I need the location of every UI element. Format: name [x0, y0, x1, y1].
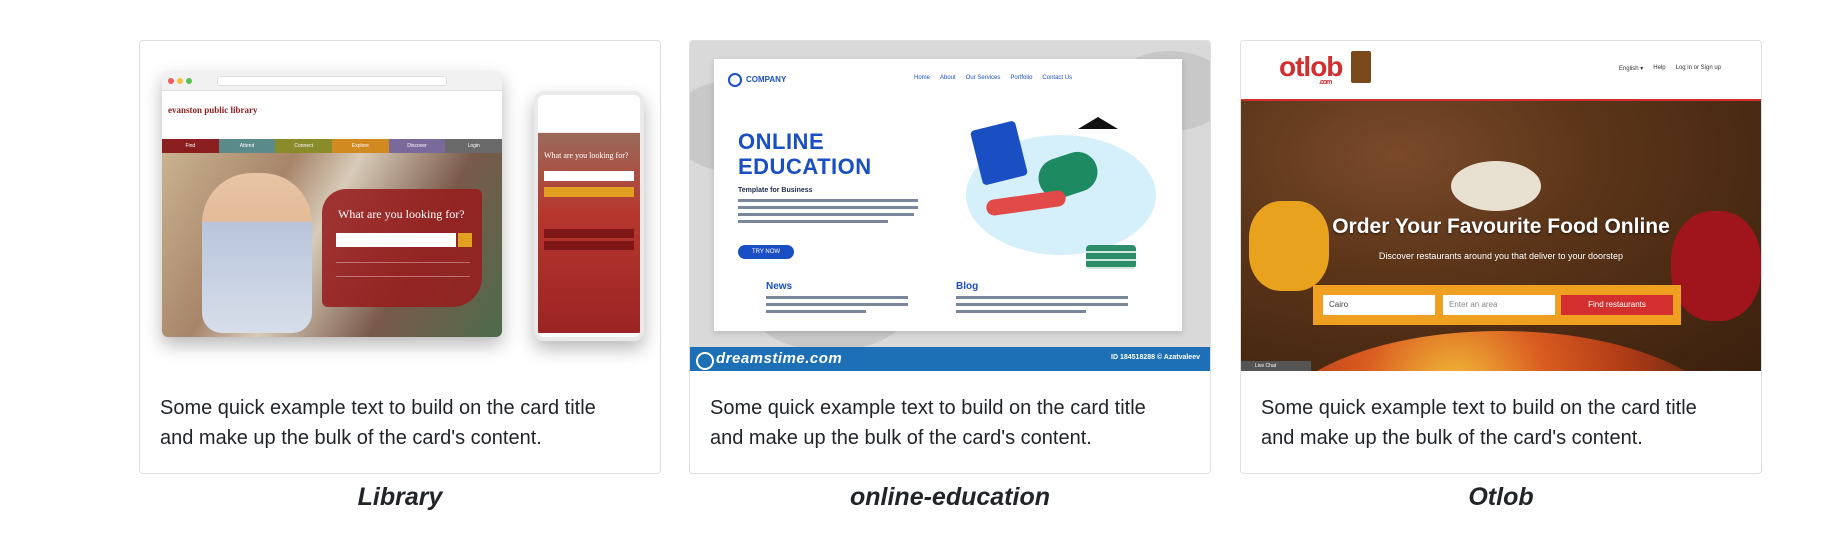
library-logo: evanston public library: [168, 105, 258, 115]
education-subtitle: Template for Business: [738, 187, 813, 194]
menu-item: About: [940, 75, 956, 81]
phone-search-icon: [544, 187, 634, 197]
live-chat-tab: Live Chat: [1241, 361, 1311, 371]
card-text: Some quick example text to build on the …: [160, 397, 596, 449]
address-bar: [217, 76, 447, 86]
card-caption-otlob: Otlob: [1468, 483, 1534, 511]
education-illustration: [946, 95, 1166, 275]
browser-chrome: [162, 71, 502, 91]
try-now-button-mock: TRY NOW: [738, 245, 794, 259]
otlob-menu: English ▾ Help Log in or Sign up: [1619, 65, 1721, 72]
text-line: [738, 220, 888, 223]
nav-item-login: Login: [445, 139, 502, 153]
title-line-2: EDUCATION: [738, 154, 872, 179]
card-text: Some quick example text to build on the …: [710, 397, 1146, 449]
close-dot-icon: [168, 78, 174, 84]
phone-search-prompt: What are you looking for?: [544, 151, 629, 160]
language-menu: English ▾: [1618, 66, 1644, 72]
text-line: [738, 206, 918, 209]
blog-column: Blog: [928, 281, 1128, 313]
otlob-logo: otlob .com: [1279, 51, 1343, 86]
otlob-logo-text: otlob: [1279, 51, 1343, 82]
phone-search-input-mock: [544, 171, 634, 181]
company-logo: COMPANY: [728, 73, 786, 87]
pizza-photo: [1271, 331, 1731, 371]
card-library[interactable]: evanston public library Find Attend Conn…: [139, 40, 661, 474]
card-image-online-education[interactable]: COMPANY Home About Our Services Portfoli…: [690, 41, 1210, 371]
blog-title: Blog: [956, 281, 979, 292]
education-landing-mock: COMPANY Home About Our Services Portfoli…: [714, 59, 1182, 331]
title-line-1: ONLINE: [738, 129, 825, 154]
laptop-mockup: evanston public library Find Attend Conn…: [162, 71, 502, 337]
phone-header: [538, 95, 640, 133]
search-input-mock: [336, 233, 456, 247]
otlob-logo-suffix: .com: [1319, 79, 1332, 86]
bag-icon: [1351, 51, 1371, 83]
nav-item-find: Find: [162, 139, 219, 153]
search-prompt: What are you looking for?: [338, 207, 465, 221]
menu-item: Portfolio: [1010, 75, 1033, 81]
minimize-dot-icon: [177, 78, 183, 84]
phone-option-bar: [544, 229, 634, 238]
graduation-cap-icon: [1078, 117, 1118, 129]
option-row: [336, 255, 470, 263]
otlob-subheadline: Discover restaurants around you that del…: [1378, 251, 1624, 261]
text-line: [766, 310, 866, 313]
watermark-footer: dreamstime.com ID 184518288 © Azatvaleev: [690, 347, 1210, 371]
text-line: [738, 199, 918, 202]
city-field-mock: Cairo: [1323, 295, 1435, 315]
child-photo: [202, 173, 312, 333]
dreamstime-watermark: dreamstime.com: [695, 350, 843, 370]
garlic-photo: [1451, 161, 1541, 211]
search-go-icon: [458, 233, 472, 247]
text-line: [766, 296, 908, 299]
help-link: Help: [1653, 65, 1666, 71]
nav-item-explore: Explore: [332, 139, 389, 153]
card-caption-library: Library: [357, 483, 443, 511]
text-line: [956, 303, 1128, 306]
text-line: [738, 213, 914, 216]
menu-item: Home: [914, 75, 931, 81]
card-caption-online-education: online-education: [850, 483, 1050, 511]
nav-item-connect: Connect: [275, 139, 333, 153]
phone-mockup: What are you looking for?: [534, 91, 644, 341]
library-nav: Find Attend Connect Explore Discover Log…: [162, 139, 502, 153]
nav-item-attend: Attend: [218, 139, 276, 153]
option-row: [336, 269, 470, 277]
card-image-library[interactable]: evanston public library Find Attend Conn…: [140, 41, 660, 371]
library-hero: What are you looking for?: [162, 153, 502, 337]
maximize-dot-icon: [186, 78, 192, 84]
find-restaurants-button-mock: Find restaurants: [1561, 295, 1673, 315]
card-online-education[interactable]: COMPANY Home About Our Services Portfoli…: [689, 40, 1211, 474]
card-text: Some quick example text to build on the …: [1261, 397, 1697, 449]
search-panel: What are you looking for?: [322, 189, 482, 307]
book-stack-icon: [1086, 245, 1136, 269]
otlob-headline: Order Your Favourite Food Online: [1332, 215, 1670, 238]
card-otlob[interactable]: otlob .com English ▾ Help Log in or Sign…: [1240, 40, 1762, 474]
otlob-header: otlob .com English ▾ Help Log in or Sign…: [1241, 41, 1761, 101]
card-image-otlob[interactable]: otlob .com English ▾ Help Log in or Sign…: [1241, 41, 1761, 371]
area-field-mock: Enter an area: [1443, 295, 1555, 315]
otlob-search-form: Cairo Enter an area Find restaurants: [1313, 285, 1681, 325]
library-header: evanston public library: [162, 91, 502, 139]
menu-item: Contact Us: [1042, 75, 1073, 81]
nav-item-discover: Discover: [388, 139, 446, 153]
education-title: ONLINE EDUCATION: [738, 129, 872, 179]
news-title: News: [766, 281, 793, 292]
text-line: [766, 303, 908, 306]
news-column: News: [738, 281, 908, 313]
menu-item: Our Services: [965, 75, 1001, 81]
image-id: ID 184518288 © Azatvaleev: [1111, 354, 1200, 361]
login-link: Log in or Sign up: [1675, 65, 1721, 71]
text-line: [956, 296, 1128, 299]
education-menu: Home About Our Services Portfolio Contac…: [914, 75, 1072, 81]
phone-option-bar: [544, 241, 634, 250]
text-line: [956, 310, 1086, 313]
